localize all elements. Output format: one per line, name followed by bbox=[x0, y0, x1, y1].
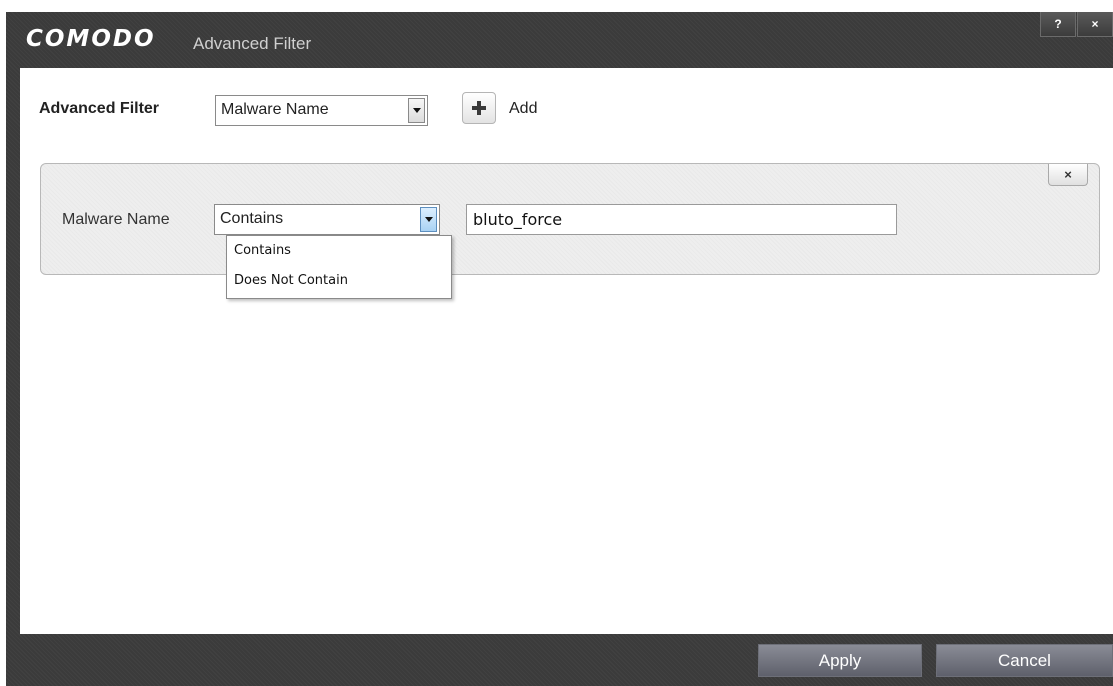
title-buttons: ? × bbox=[1039, 12, 1113, 37]
dialog-content: Advanced Filter Malware Name Add × Malwa… bbox=[20, 68, 1113, 634]
operator-option-contains[interactable]: Contains bbox=[227, 236, 451, 266]
help-icon: ? bbox=[1054, 17, 1062, 31]
operator-option-does-not-contain[interactable]: Does Not Contain bbox=[227, 266, 451, 296]
add-filter-button[interactable] bbox=[462, 92, 496, 124]
operator-dropdown-button[interactable] bbox=[420, 207, 437, 232]
advanced-filter-window: COMODO Advanced Filter ? × Advanced Filt… bbox=[6, 12, 1113, 686]
comodo-logo: COMODO bbox=[26, 26, 156, 52]
plus-icon bbox=[472, 101, 486, 115]
advanced-filter-label: Advanced Filter bbox=[39, 100, 160, 117]
close-window-button[interactable]: × bbox=[1077, 12, 1113, 37]
operator-value: Contains bbox=[220, 210, 284, 227]
close-icon: × bbox=[1064, 167, 1072, 182]
condition-field-label: Malware Name bbox=[62, 211, 170, 228]
footer-bar: Apply Cancel bbox=[6, 634, 1113, 686]
filter-type-value: Malware Name bbox=[221, 101, 329, 118]
help-button[interactable]: ? bbox=[1040, 12, 1076, 37]
apply-button[interactable]: Apply bbox=[758, 644, 922, 677]
window-title: Advanced Filter bbox=[193, 34, 312, 53]
condition-value-input[interactable]: bluto_force bbox=[466, 204, 897, 235]
add-filter-label[interactable]: Add bbox=[509, 100, 537, 118]
chevron-down-icon bbox=[424, 217, 433, 222]
remove-condition-button[interactable]: × bbox=[1048, 164, 1088, 186]
filter-type-dropdown-button[interactable] bbox=[408, 98, 425, 123]
title-bar: COMODO Advanced Filter ? × bbox=[6, 12, 1113, 68]
operator-select[interactable]: Contains bbox=[214, 204, 440, 235]
condition-panel: × Malware Name Contains bluto_force bbox=[40, 163, 1100, 275]
operator-options-list: Contains Does Not Contain bbox=[226, 235, 452, 299]
cancel-button[interactable]: Cancel bbox=[936, 644, 1113, 677]
chevron-down-icon bbox=[412, 108, 421, 113]
close-icon: × bbox=[1091, 17, 1099, 31]
filter-type-select[interactable]: Malware Name bbox=[215, 95, 428, 126]
